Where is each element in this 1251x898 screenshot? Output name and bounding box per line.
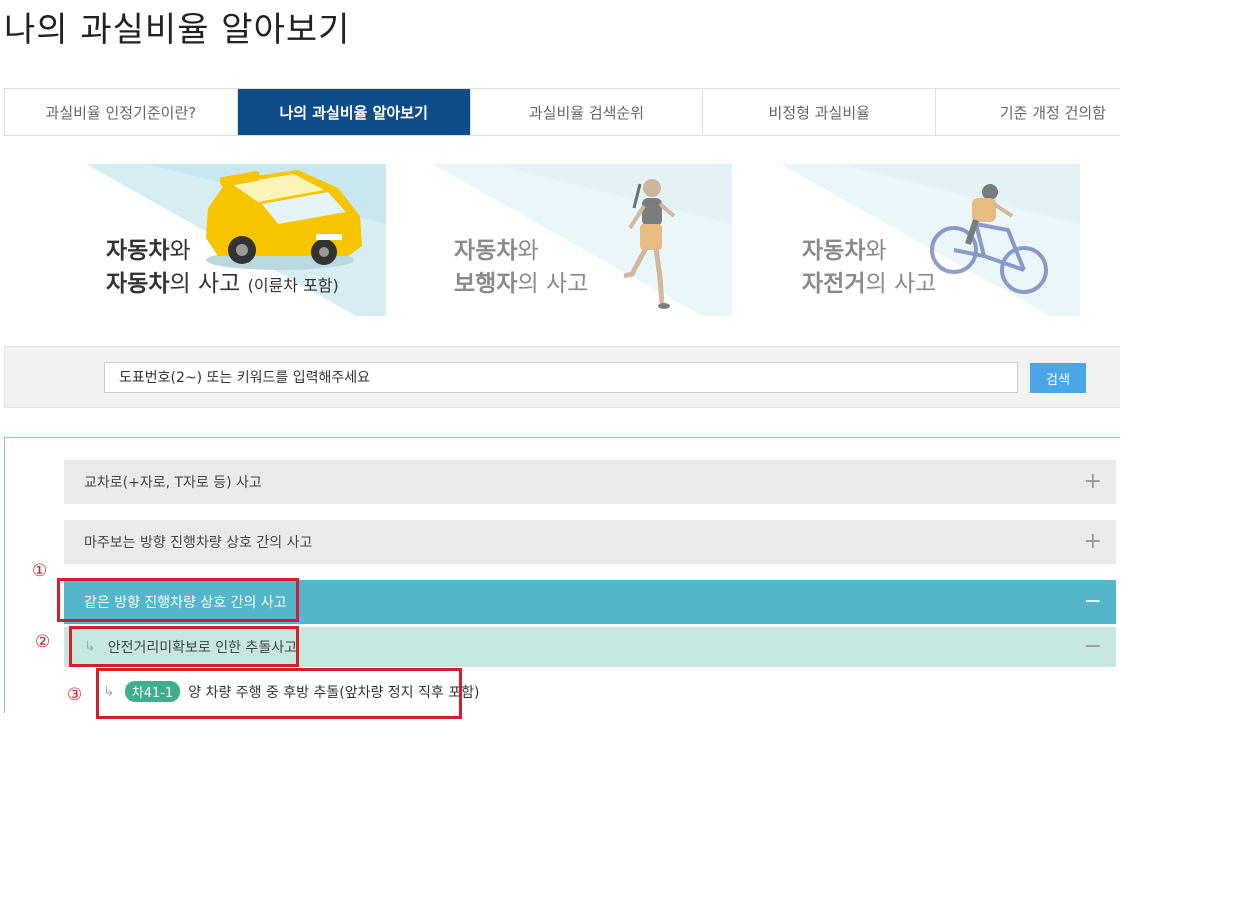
search-bar: 검색 bbox=[4, 346, 1120, 408]
accordion-opposite-direction[interactable]: 마주보는 방향 진행차량 상호 간의 사고 + bbox=[64, 520, 1116, 564]
card-car-vs-pedestrian[interactable]: 자동차와 보행자의 사고 bbox=[432, 164, 732, 316]
annotation-number-2: ② bbox=[35, 632, 51, 652]
expand-icon[interactable]: + bbox=[1084, 531, 1102, 553]
tab-suggestion-box[interactable]: 기준 개정 건의함 bbox=[936, 89, 1120, 135]
card-1-line1-rest: 와 bbox=[169, 238, 191, 264]
accident-category-panel: 교차로(+자로, T자로 등) 사고 + 마주보는 방향 진행차량 상호 간의 … bbox=[4, 437, 1120, 713]
tab-search-ranking[interactable]: 과실비율 검색순위 bbox=[471, 89, 704, 135]
card-3-line1-rest: 와 bbox=[865, 238, 887, 264]
case-item-41-1[interactable]: ↳ 차41-1 양 차량 주행 중 후방 추돌(앞차량 정지 직후 포함) bbox=[103, 681, 479, 702]
accordion-same-direction[interactable]: 같은 방향 진행차량 상호 간의 사고 − bbox=[64, 580, 1116, 624]
card-3-line2-rest: 의 사고 bbox=[865, 271, 937, 297]
expand-icon[interactable]: + bbox=[1084, 471, 1102, 493]
accordion-intersection-label: 교차로(+자로, T자로 등) 사고 bbox=[84, 475, 262, 491]
accordion-rear-end-collision[interactable]: ↳ 안전거리미확보로 인한 추돌사고 − bbox=[64, 627, 1116, 667]
card-car-vs-car-label: 자동차와 자동차의 사고 (이륜차 포함) bbox=[106, 235, 339, 302]
search-input[interactable] bbox=[104, 362, 1018, 393]
page-title: 나의 과실비율 알아보기 bbox=[4, 10, 351, 50]
card-1-line2-rest: 의 사고 bbox=[169, 271, 248, 297]
card-2-line2-rest: 의 사고 bbox=[517, 271, 589, 297]
accordion-rear-end-collision-label: 안전거리미확보로 인한 추돌사고 bbox=[107, 640, 297, 656]
card-1-line1-bold: 자동차 bbox=[106, 238, 170, 264]
tab-my-fault-ratio[interactable]: 나의 과실비율 알아보기 bbox=[237, 89, 471, 135]
card-car-vs-car[interactable]: 자동차와 자동차의 사고 (이륜차 포함) bbox=[86, 164, 386, 316]
card-3-line1-bold: 자동차 bbox=[802, 238, 866, 264]
accordion-same-direction-label: 같은 방향 진행차량 상호 간의 사고 bbox=[84, 595, 287, 611]
accordion-opposite-direction-label: 마주보는 방향 진행차량 상호 간의 사고 bbox=[84, 535, 313, 551]
search-button[interactable]: 검색 bbox=[1030, 363, 1086, 393]
card-car-vs-pedestrian-label: 자동차와 보행자의 사고 bbox=[454, 235, 588, 301]
accordion-intersection[interactable]: 교차로(+자로, T자로 등) 사고 + bbox=[64, 460, 1116, 504]
card-car-vs-bicycle-label: 자동차와 자전거의 사고 bbox=[802, 235, 936, 301]
card-car-vs-bicycle[interactable]: 자동차와 자전거의 사고 bbox=[780, 164, 1080, 316]
card-1-line2-bold: 자동차 bbox=[106, 271, 170, 297]
card-2-line1-bold: 자동차 bbox=[454, 238, 518, 264]
card-2-line2-bold: 보행자 bbox=[454, 271, 518, 297]
sub-arrow-icon: ↳ bbox=[84, 639, 96, 655]
card-3-line2-bold: 자전거 bbox=[802, 271, 866, 297]
tab-criteria[interactable]: 과실비율 인정기준이란? bbox=[5, 89, 238, 135]
collapse-icon[interactable]: − bbox=[1084, 636, 1102, 658]
case-number-badge: 차41-1 bbox=[124, 681, 181, 702]
collapse-icon[interactable]: − bbox=[1084, 591, 1102, 613]
card-2-line1-rest: 와 bbox=[517, 238, 539, 264]
annotation-number-1: ① bbox=[32, 561, 48, 581]
accident-type-cards: 자동차와 자동차의 사고 (이륜차 포함) 자동차와 보행자의 사고 자동차와 … bbox=[0, 164, 1120, 316]
case-item-label: 양 차량 주행 중 후방 추돌(앞차량 정지 직후 포함) bbox=[188, 684, 480, 701]
sub-arrow-icon: ↳ bbox=[103, 683, 115, 700]
card-1-line2-small: (이륜차 포함) bbox=[247, 276, 339, 295]
tab-bar: 과실비율 인정기준이란? 나의 과실비율 알아보기 과실비율 검색순위 비정형 … bbox=[4, 88, 1120, 136]
annotation-number-3: ③ bbox=[67, 685, 83, 705]
tab-atypical-ratio[interactable]: 비정형 과실비율 bbox=[703, 89, 937, 135]
